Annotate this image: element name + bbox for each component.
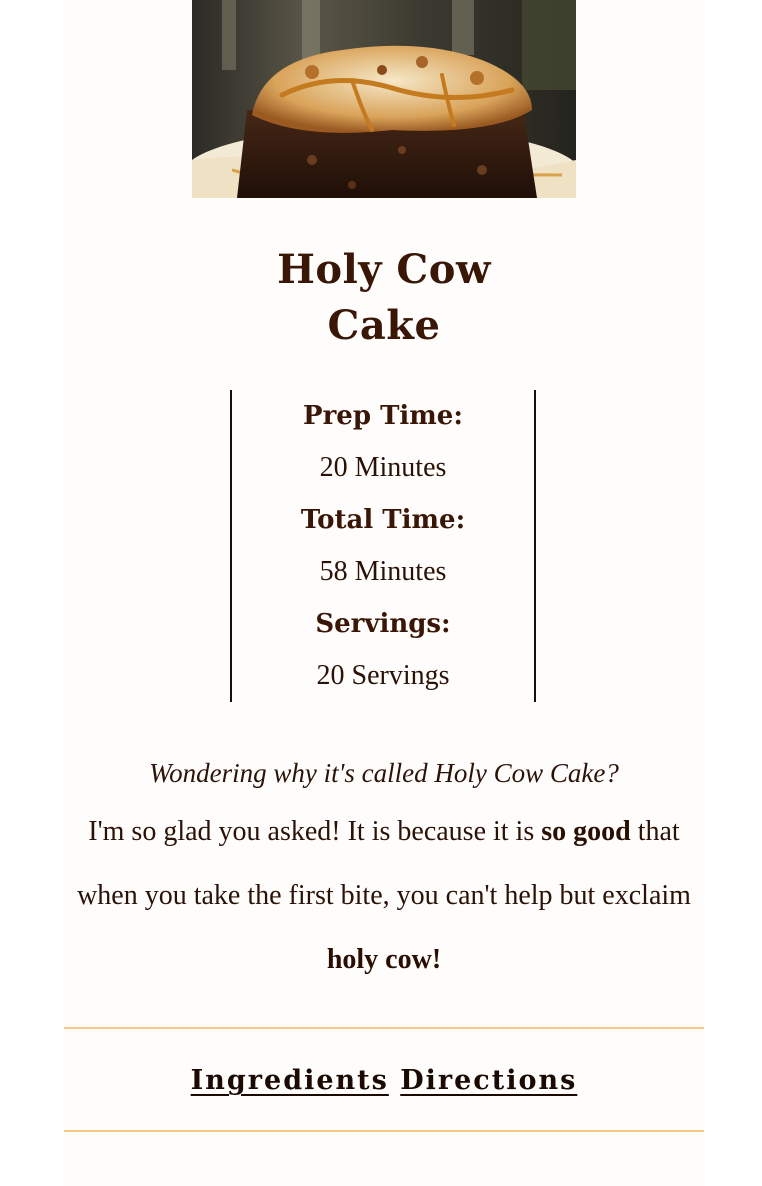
servings-value: 20 Servings: [316, 660, 450, 691]
total-time-label: Total Time:: [300, 505, 466, 535]
intro-paragraph: I'm so glad you asked! It is because it …: [64, 800, 704, 992]
top-divider: [64, 1027, 704, 1029]
directions-link[interactable]: Directions: [400, 1065, 577, 1096]
servings-label: Servings:: [315, 609, 451, 639]
recipe-hero-image: [192, 0, 576, 198]
intro-bold-holy-cow: holy cow!: [326, 944, 442, 975]
bottom-divider: [64, 1130, 704, 1132]
recipe-section-nav: Ingredients Directions: [64, 1056, 704, 1106]
total-time-value: 58 Minutes: [319, 556, 447, 587]
recipe-title-line2: Cake: [327, 302, 441, 349]
intro-text-1: I'm so glad you asked! It is because it …: [88, 816, 542, 847]
recipe-intro: Wondering why it's called Holy Cow Cake?…: [64, 748, 704, 992]
recipe-title: Holy Cow Cake: [64, 242, 704, 354]
intro-bold-so-good: so good: [541, 816, 631, 847]
recipe-meta-box: Prep Time: 20 Minutes Total Time: 58 Min…: [230, 390, 536, 702]
ingredients-link[interactable]: Ingredients: [191, 1065, 389, 1096]
recipe-page: Holy Cow Cake Prep Time: 20 Minutes Tota…: [64, 0, 704, 1186]
intro-question: Wondering why it's called Holy Cow Cake?: [149, 758, 619, 788]
prep-time-label: Prep Time:: [303, 401, 463, 431]
prep-time-value: 20 Minutes: [319, 452, 447, 483]
recipe-title-line1: Holy Cow: [277, 246, 491, 293]
